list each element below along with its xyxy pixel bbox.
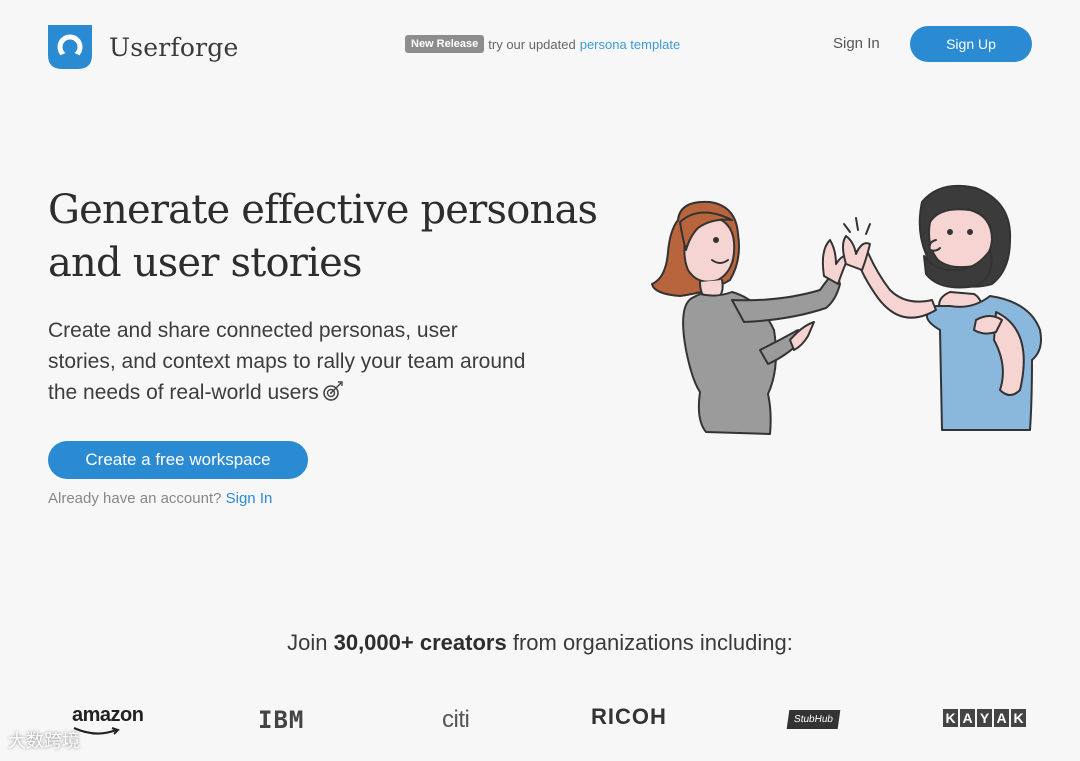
high-five-illustration [651,184,1042,435]
hero-subtitle: Create and share connected personas, use… [48,315,528,408]
hero-title-line-2: and user stories [48,240,363,286]
hero-subtitle-text: Create and share connected personas, use… [48,319,526,404]
brand-name: Userforge [109,32,239,62]
woman-figure [651,200,849,435]
ricoh-logo: RICOH [591,704,667,729]
creator-count: 30,000+ [333,630,414,655]
man-figure [842,184,1042,431]
release-banner: New Release try our updated persona temp… [405,35,680,53]
join-prefix: Join [287,630,328,655]
creators-label: creators [419,630,507,655]
ibm-logo: IBM [258,706,305,734]
create-workspace-button[interactable]: Create a free workspace [48,441,308,479]
hero-title-line-1: Generate effective personas [48,187,598,233]
new-release-badge: New Release [405,35,485,53]
account-prompt: Already have an account? Sign In [48,490,272,507]
dartboard-icon [323,381,343,401]
sign-up-button[interactable]: Sign Up [910,26,1032,62]
organization-logos: amazon IBM citi RICOH StubHub K A Y A K [0,700,1080,750]
kayak-logo: K A Y A K [943,709,1026,727]
hero-title: Generate effective personas and user sto… [48,184,608,290]
logo-mark-icon [48,25,92,69]
kayak-letter: A [994,709,1009,727]
citi-logo: citi [442,706,470,733]
join-statement: Join 30,000+ creators from organizations… [0,630,1080,656]
watermark: 大数跨境 [8,731,80,751]
account-sign-in-link[interactable]: Sign In [226,490,273,507]
logo-link[interactable]: Userforge [48,25,239,69]
sign-in-link[interactable]: Sign In [833,35,880,52]
kayak-letter: K [943,709,958,727]
release-text: try our updated [488,36,576,52]
kayak-letter: K [1011,709,1026,727]
join-suffix: from organizations including: [512,630,793,655]
amazon-logo: amazon [72,704,144,726]
kayak-letter: A [960,709,975,727]
stubhub-logo: StubHub [786,710,841,729]
account-prompt-text: Already have an account? [48,490,222,507]
persona-template-link[interactable]: persona template [580,37,680,52]
kayak-letter: Y [977,709,992,727]
header: Userforge New Release try our updated pe… [0,0,1080,90]
high-five-spark-icon [843,217,871,235]
